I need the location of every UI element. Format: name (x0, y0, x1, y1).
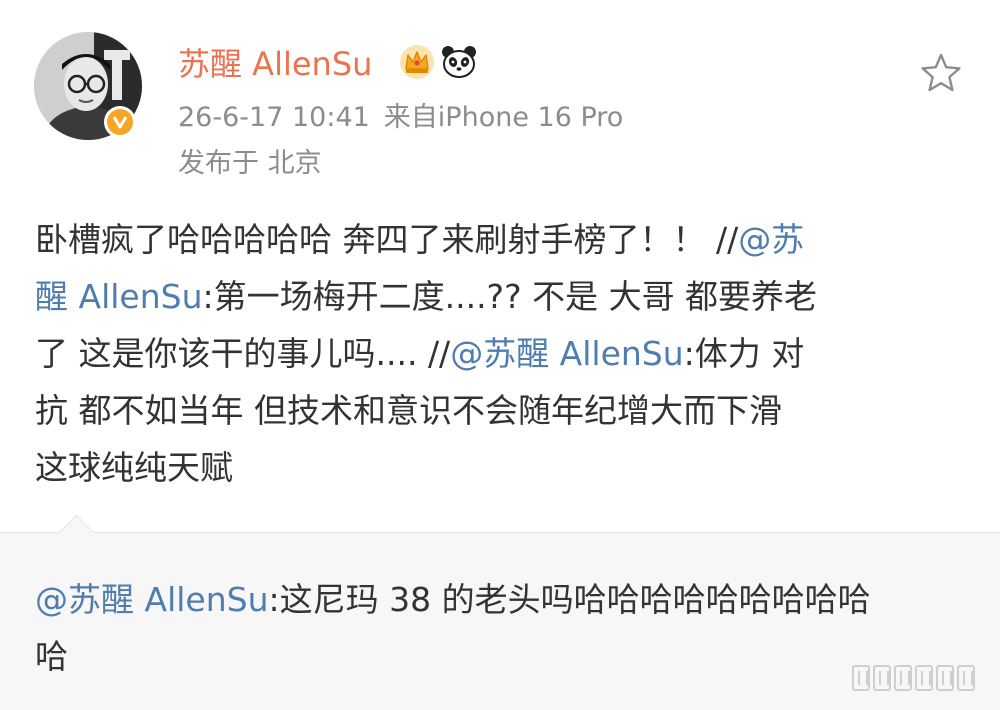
weibo-post: 苏醒 AllenSu 26-6-17 10:41 来自iPhone 16 Pro… (0, 0, 1000, 532)
content-line: 卧槽疯了哈哈哈哈哈 奔四了来刷射手榜了！！ //@苏 (35, 220, 805, 259)
repost-line: @苏醒 AllenSu:这尼玛 38 的老头吗哈哈哈哈哈哈哈哈哈 (35, 580, 871, 619)
post-date: 26-6-17 (178, 102, 284, 133)
post-content: 卧槽疯了哈哈哈哈哈 奔四了来刷射手榜了！！ //@苏 醒 AllenSu:第一场… (35, 211, 960, 496)
mention-link[interactable]: @苏 (738, 220, 804, 259)
verified-v-icon (104, 106, 136, 138)
watermark-glyph (915, 665, 933, 691)
mention-link[interactable]: 醒 AllenSu (35, 277, 202, 316)
post-source: 来自iPhone 16 Pro (383, 102, 624, 133)
post-location: 发布于 北京 (178, 148, 322, 179)
panda-icon[interactable] (440, 43, 478, 85)
watermark-glyph (852, 665, 870, 691)
post-time: 10:41 (291, 102, 370, 133)
repost-line: 哈 (35, 637, 68, 676)
watermark-glyph (894, 665, 912, 691)
content-line: 这球纯纯天赋 (35, 448, 233, 487)
username[interactable]: 苏醒 AllenSu (178, 44, 372, 84)
favorite-button[interactable] (918, 50, 964, 96)
watermark-glyph (957, 665, 975, 691)
watermark-glyph (873, 665, 891, 691)
repost-quote[interactable]: @苏醒 AllenSu:这尼玛 38 的老头吗哈哈哈哈哈哈哈哈哈 哈 (0, 514, 1000, 710)
star-icon (921, 53, 961, 92)
content-line: 抗 都不如当年 但技术和意识不会随年纪增大而下滑 (35, 391, 782, 430)
watermark-glyph (936, 665, 954, 691)
watermark-logo (852, 665, 975, 691)
content-line: 醒 AllenSu:第一场梅开二度....?? 不是 大哥 都要养老 (35, 277, 818, 316)
mention-link[interactable]: @苏醒 AllenSu (35, 580, 268, 619)
content-line: 了 这是你该干的事儿吗.... //@苏醒 AllenSu:体力 对 (35, 334, 805, 373)
crown-icon[interactable] (398, 43, 436, 85)
post-meta: 26-6-17 10:41 来自iPhone 16 Pro (178, 101, 623, 135)
repost-text: @苏醒 AllenSu:这尼玛 38 的老头吗哈哈哈哈哈哈哈哈哈 哈 (35, 571, 960, 685)
user-badges (398, 43, 478, 85)
mention-link[interactable]: @苏醒 AllenSu (450, 334, 683, 373)
